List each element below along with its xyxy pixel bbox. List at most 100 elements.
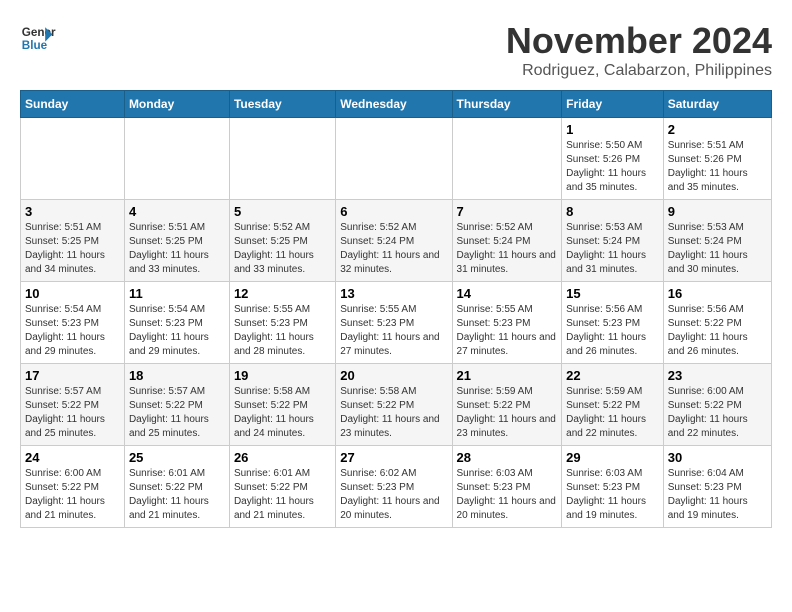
calendar-cell: 21Sunrise: 5:59 AM Sunset: 5:22 PM Dayli… xyxy=(452,364,562,446)
day-number: 26 xyxy=(234,450,331,465)
day-number: 21 xyxy=(457,368,558,383)
calendar-cell: 23 Sunrise: 6:00 AM Sunset: 5:22 PM Dayli… xyxy=(663,364,771,446)
day-number: 18 xyxy=(129,368,225,383)
calendar-cell: 8Sunrise: 5:53 AM Sunset: 5:24 PM Daylig… xyxy=(562,200,664,282)
weekday-header: Friday xyxy=(562,91,664,118)
day-info: Sunrise: 5:57 AM Sunset: 5:22 PM Dayligh… xyxy=(129,385,225,441)
day-number: 8 xyxy=(566,204,659,219)
calendar-cell: 29 Sunrise: 6:03 AM Sunset: 5:23 PM Dayli… xyxy=(562,446,664,528)
calendar-header: SundayMondayTuesdayWednesdayThursdayFrid… xyxy=(21,91,772,118)
day-info: Sunrise: 6:01 AM Sunset: 5:22 PM Dayligh… xyxy=(129,467,225,523)
calendar-cell: 11 Sunrise: 5:54 AM Sunset: 5:23 PM Dayli… xyxy=(124,282,229,364)
calendar-cell: 9 Sunrise: 5:53 AM Sunset: 5:24 PM Daylig… xyxy=(663,200,771,282)
day-number: 27 xyxy=(340,450,447,465)
day-info: Sunrise: 5:54 AM Sunset: 5:23 PM Dayligh… xyxy=(25,303,120,359)
calendar-cell: 13 Sunrise: 5:55 AM Sunset: 5:23 PM Dayli… xyxy=(336,282,452,364)
calendar-week-row: 1 Sunrise: 5:50 AM Sunset: 5:26 PM Daylig… xyxy=(21,118,772,200)
day-number: 2 xyxy=(668,122,767,137)
day-info: Sunrise: 5:54 AM Sunset: 5:23 PM Dayligh… xyxy=(129,303,225,359)
day-info: Sunrise: 6:03 AM Sunset: 5:23 PM Dayligh… xyxy=(566,467,659,523)
calendar-cell: 4 Sunrise: 5:51 AM Sunset: 5:25 PM Daylig… xyxy=(124,200,229,282)
day-info: Sunrise: 6:01 AM Sunset: 5:22 PM Dayligh… xyxy=(234,467,331,523)
day-number: 28 xyxy=(457,450,558,465)
day-info: Sunrise: 5:52 AM Sunset: 5:24 PM Dayligh… xyxy=(340,221,447,277)
location-subtitle: Rodriguez, Calabarzon, Philippines xyxy=(506,62,772,80)
day-number: 13 xyxy=(340,286,447,301)
day-info: Sunrise: 5:55 AM Sunset: 5:23 PM Dayligh… xyxy=(340,303,447,359)
day-number: 11 xyxy=(129,286,225,301)
calendar-cell: 26 Sunrise: 6:01 AM Sunset: 5:22 PM Dayli… xyxy=(229,446,335,528)
day-number: 16 xyxy=(668,286,767,301)
day-info: Sunrise: 5:58 AM Sunset: 5:22 PM Dayligh… xyxy=(340,385,447,441)
calendar-cell xyxy=(452,118,562,200)
logo-icon: General Blue xyxy=(20,20,56,56)
weekday-header: Tuesday xyxy=(229,91,335,118)
calendar-cell: 14 Sunrise: 5:55 AM Sunset: 5:23 PM Dayli… xyxy=(452,282,562,364)
calendar-cell: 6 Sunrise: 5:52 AM Sunset: 5:24 PM Daylig… xyxy=(336,200,452,282)
day-info: Sunrise: 6:02 AM Sunset: 5:23 PM Dayligh… xyxy=(340,467,447,523)
day-info: Sunrise: 5:56 AM Sunset: 5:22 PM Dayligh… xyxy=(668,303,767,359)
day-number: 4 xyxy=(129,204,225,219)
calendar-cell: 17Sunrise: 5:57 AM Sunset: 5:22 PM Dayli… xyxy=(21,364,125,446)
day-number: 17 xyxy=(25,368,120,383)
day-info: Sunrise: 6:04 AM Sunset: 5:23 PM Dayligh… xyxy=(668,467,767,523)
day-info: Sunrise: 5:51 AM Sunset: 5:26 PM Dayligh… xyxy=(668,139,767,195)
day-number: 24 xyxy=(25,450,120,465)
day-info: Sunrise: 5:59 AM Sunset: 5:22 PM Dayligh… xyxy=(566,385,659,441)
calendar-cell xyxy=(124,118,229,200)
calendar-cell: 3 Sunrise: 5:51 AM Sunset: 5:25 PM Daylig… xyxy=(21,200,125,282)
day-info: Sunrise: 5:55 AM Sunset: 5:23 PM Dayligh… xyxy=(234,303,331,359)
title-block: November 2024 Rodriguez, Calabarzon, Phi… xyxy=(506,20,772,80)
calendar-cell xyxy=(229,118,335,200)
weekday-header: Thursday xyxy=(452,91,562,118)
weekday-header: Sunday xyxy=(21,91,125,118)
day-number: 14 xyxy=(457,286,558,301)
calendar-cell: 25Sunrise: 6:01 AM Sunset: 5:22 PM Dayli… xyxy=(124,446,229,528)
calendar-week-row: 24Sunrise: 6:00 AM Sunset: 5:22 PM Dayli… xyxy=(21,446,772,528)
calendar-cell: 20Sunrise: 5:58 AM Sunset: 5:22 PM Dayli… xyxy=(336,364,452,446)
svg-text:Blue: Blue xyxy=(22,39,48,52)
calendar-table: SundayMondayTuesdayWednesdayThursdayFrid… xyxy=(20,90,772,528)
day-number: 9 xyxy=(668,204,767,219)
day-number: 1 xyxy=(566,122,659,137)
day-info: Sunrise: 5:53 AM Sunset: 5:24 PM Dayligh… xyxy=(668,221,767,277)
day-info: Sunrise: 5:55 AM Sunset: 5:23 PM Dayligh… xyxy=(457,303,558,359)
day-number: 29 xyxy=(566,450,659,465)
calendar-cell: 22 Sunrise: 5:59 AM Sunset: 5:22 PM Dayli… xyxy=(562,364,664,446)
day-number: 6 xyxy=(340,204,447,219)
day-number: 30 xyxy=(668,450,767,465)
logo: General Blue xyxy=(20,20,56,56)
calendar-cell: 2 Sunrise: 5:51 AM Sunset: 5:26 PM Daylig… xyxy=(663,118,771,200)
calendar-cell: 1 Sunrise: 5:50 AM Sunset: 5:26 PM Daylig… xyxy=(562,118,664,200)
day-number: 7 xyxy=(457,204,558,219)
day-number: 3 xyxy=(25,204,120,219)
day-info: Sunrise: 5:51 AM Sunset: 5:25 PM Dayligh… xyxy=(25,221,120,277)
calendar-cell: 19 Sunrise: 5:58 AM Sunset: 5:22 PM Dayli… xyxy=(229,364,335,446)
day-info: Sunrise: 5:51 AM Sunset: 5:25 PM Dayligh… xyxy=(129,221,225,277)
calendar-cell: 7 Sunrise: 5:52 AM Sunset: 5:24 PM Daylig… xyxy=(452,200,562,282)
day-info: Sunrise: 5:52 AM Sunset: 5:25 PM Dayligh… xyxy=(234,221,331,277)
day-info: Sunrise: 5:56 AM Sunset: 5:23 PM Dayligh… xyxy=(566,303,659,359)
calendar-cell: 18 Sunrise: 5:57 AM Sunset: 5:22 PM Dayli… xyxy=(124,364,229,446)
calendar-cell: 30 Sunrise: 6:04 AM Sunset: 5:23 PM Dayli… xyxy=(663,446,771,528)
weekday-header: Monday xyxy=(124,91,229,118)
day-info: Sunrise: 5:52 AM Sunset: 5:24 PM Dayligh… xyxy=(457,221,558,277)
day-info: Sunrise: 6:03 AM Sunset: 5:23 PM Dayligh… xyxy=(457,467,558,523)
day-number: 23 xyxy=(668,368,767,383)
day-info: Sunrise: 5:58 AM Sunset: 5:22 PM Dayligh… xyxy=(234,385,331,441)
day-number: 19 xyxy=(234,368,331,383)
day-info: Sunrise: 6:00 AM Sunset: 5:22 PM Dayligh… xyxy=(668,385,767,441)
calendar-cell xyxy=(21,118,125,200)
day-number: 22 xyxy=(566,368,659,383)
header-row: SundayMondayTuesdayWednesdayThursdayFrid… xyxy=(21,91,772,118)
day-number: 5 xyxy=(234,204,331,219)
calendar-cell: 16 Sunrise: 5:56 AM Sunset: 5:22 PM Dayli… xyxy=(663,282,771,364)
calendar-cell: 5 Sunrise: 5:52 AM Sunset: 5:25 PM Daylig… xyxy=(229,200,335,282)
calendar-cell xyxy=(336,118,452,200)
page-header: General Blue November 2024 Rodriguez, Ca… xyxy=(20,20,772,80)
svg-text:General: General xyxy=(22,26,56,39)
calendar-week-row: 3 Sunrise: 5:51 AM Sunset: 5:25 PM Daylig… xyxy=(21,200,772,282)
calendar-cell: 10Sunrise: 5:54 AM Sunset: 5:23 PM Dayli… xyxy=(21,282,125,364)
day-info: Sunrise: 5:50 AM Sunset: 5:26 PM Dayligh… xyxy=(566,139,659,195)
calendar-cell: 28 Sunrise: 6:03 AM Sunset: 5:23 PM Dayli… xyxy=(452,446,562,528)
